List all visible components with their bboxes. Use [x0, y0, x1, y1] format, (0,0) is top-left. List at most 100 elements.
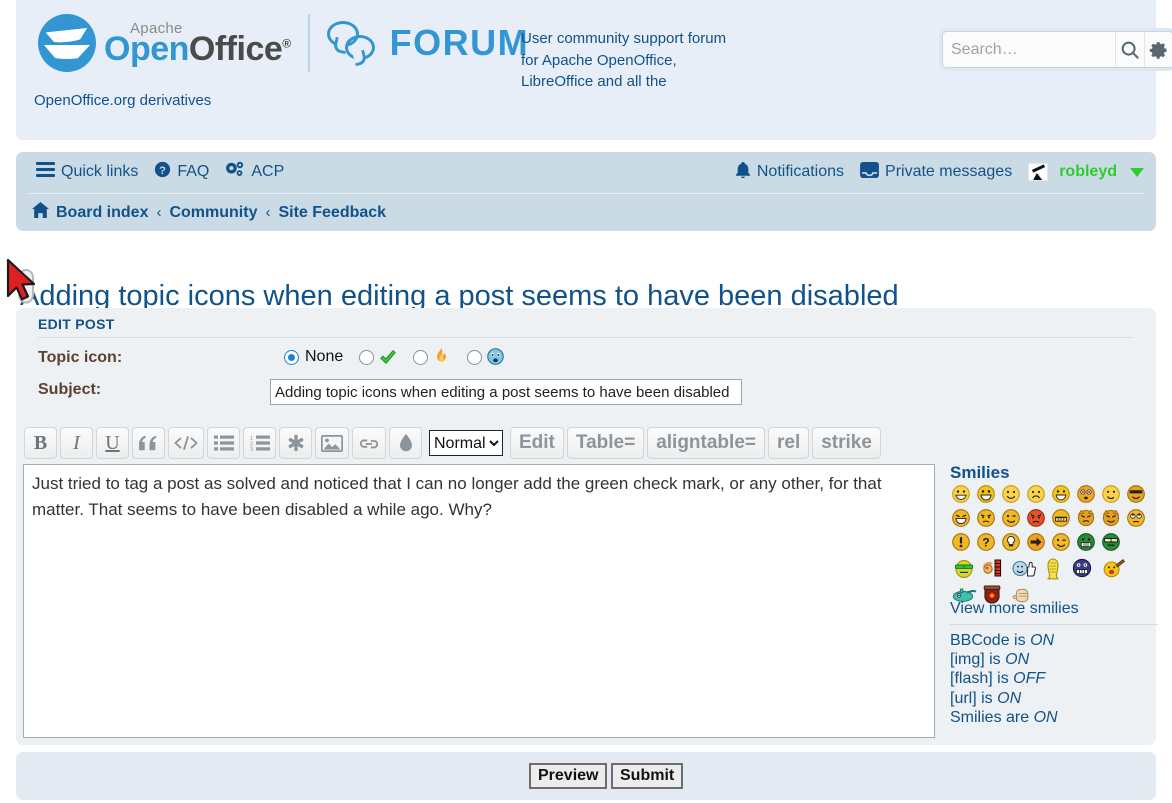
acp-link[interactable]: ACP: [217, 161, 292, 183]
asterisk-icon[interactable]: [279, 427, 312, 459]
list-icon[interactable]: [207, 427, 240, 459]
topic-icon-radio-shock[interactable]: [467, 350, 482, 365]
smile-smiley[interactable]: [1002, 485, 1020, 503]
breadcrumb-item-site-feedback[interactable]: Site Feedback: [274, 204, 390, 222]
submit-button[interactable]: Submit: [611, 763, 683, 789]
smilies-grid: ?: [952, 483, 1157, 609]
bbcode-status-name-4: Smilies: [950, 709, 1002, 726]
faq-link[interactable]: ? FAQ: [146, 161, 217, 183]
site-tagline: User community support forum for Apache …: [521, 28, 726, 93]
search-input[interactable]: [943, 32, 1116, 67]
aligntable-button[interactable]: aligntable=: [647, 427, 765, 459]
rel-button[interactable]: rel: [768, 427, 809, 459]
faq-label: FAQ: [177, 163, 209, 181]
svg-text:3: 3: [250, 447, 253, 451]
subject-input[interactable]: [270, 379, 742, 405]
breadcrumb-item-board-index[interactable]: Board index: [28, 202, 152, 223]
hamburger-icon: [36, 162, 55, 182]
rolling-eyes-smiley[interactable]: [1127, 509, 1145, 527]
alien-smiley[interactable]: [952, 558, 976, 576]
bbcode-status-row: [flash] is OFF: [950, 669, 1058, 688]
quote-icon[interactable]: [132, 427, 165, 459]
shy-smiley[interactable]: [1052, 509, 1070, 527]
topic-icon-radio-group: None: [284, 348, 521, 366]
speech-bubbles-icon: [327, 21, 381, 65]
evil-smiley[interactable]: [1077, 509, 1095, 527]
twisted-evil-smiley[interactable]: [1102, 509, 1120, 527]
big-grin-smiley[interactable]: [977, 485, 995, 503]
topic-icon-radio-check[interactable]: [359, 350, 374, 365]
sad-smiley[interactable]: [1027, 485, 1045, 503]
laughing-smiley[interactable]: [952, 509, 970, 527]
logo-open-text: Open: [104, 30, 189, 68]
bbcode-status-state-2: OFF: [1013, 670, 1045, 687]
view-more-smilies-link[interactable]: View more smilies: [950, 600, 1079, 618]
breadcrumb-label-0: Board index: [56, 204, 148, 222]
cool-smiley[interactable]: [1127, 485, 1145, 503]
idea-smiley[interactable]: [1002, 533, 1020, 551]
droplet-icon[interactable]: [389, 427, 422, 459]
private-messages-link[interactable]: Private messages: [852, 162, 1020, 183]
ghost-smiley[interactable]: [1072, 558, 1096, 576]
tagline-line-1: User community support forum: [521, 28, 726, 50]
table-button[interactable]: Table=: [567, 427, 644, 459]
panel-heading: EDIT POST: [38, 316, 115, 332]
green-teeth-smiley[interactable]: [1077, 533, 1095, 551]
edit-button[interactable]: Edit: [510, 427, 564, 459]
quick-links-menu[interactable]: Quick links: [28, 162, 146, 182]
italic-button[interactable]: I: [60, 427, 93, 459]
arrow-smiley[interactable]: [1027, 533, 1045, 551]
site-logo[interactable]: Apache OpenOffice® FORUM: [38, 14, 529, 72]
bbcode-status-name-1: [img]: [950, 651, 985, 668]
message-textarea[interactable]: [23, 464, 935, 738]
private-messages-label: Private messages: [885, 163, 1012, 181]
cowboy-smiley[interactable]: [1102, 558, 1126, 576]
olist-icon[interactable]: 1 2 3: [243, 427, 276, 459]
whip-smiley[interactable]: [982, 558, 1006, 576]
bbcode-status-row: [url] is ON: [950, 689, 1058, 708]
gear-icon[interactable]: [1144, 32, 1172, 67]
smilies-heading: Smilies: [950, 463, 1010, 483]
angry-red-smiley[interactable]: [1027, 509, 1045, 527]
surprised-smiley[interactable]: [1077, 485, 1095, 503]
thumbs-up-smiley[interactable]: [1012, 558, 1036, 576]
wink-smiley[interactable]: [1002, 509, 1020, 527]
confused-smiley[interactable]: [977, 509, 995, 527]
wink2-smiley[interactable]: [1052, 533, 1070, 551]
question-smiley[interactable]: ?: [977, 533, 995, 551]
search-icon[interactable]: [1116, 32, 1145, 67]
bbcode-status-name-0: BBCode: [950, 632, 1010, 649]
logo-divider: [308, 14, 310, 72]
underline-button[interactable]: U: [96, 427, 129, 459]
tagline-line-2: for Apache OpenOffice,: [521, 50, 726, 72]
notifications-link[interactable]: Notifications: [727, 161, 852, 184]
bold-button[interactable]: B: [24, 427, 57, 459]
strike-button[interactable]: strike: [812, 427, 881, 459]
font-size-select[interactable]: Normal: [429, 430, 503, 456]
shocked-face-icon: [487, 348, 505, 366]
image-icon[interactable]: [315, 427, 349, 459]
topic-icon-radio-none[interactable]: [284, 350, 299, 365]
link-icon[interactable]: [352, 427, 386, 459]
navbar-links-row: Quick links ? FAQ: [16, 152, 1156, 192]
bbcode-status-name-2: [flash]: [950, 670, 993, 687]
bananadance-smiley[interactable]: [1042, 558, 1066, 576]
neutral-smiley[interactable]: [1102, 485, 1120, 503]
site-header: Apache OpenOffice® FORUM User community …: [16, 0, 1156, 140]
breadcrumb-item-community[interactable]: Community: [165, 204, 261, 222]
bell-icon: [735, 161, 751, 184]
grin-smiley[interactable]: [952, 485, 970, 503]
sunglasses-smiley[interactable]: [1102, 533, 1120, 551]
chevron-down-icon: [1130, 168, 1144, 177]
question-circle-icon: ?: [154, 161, 171, 183]
exclaim-smiley[interactable]: [952, 533, 970, 551]
code-icon[interactable]: [168, 427, 204, 459]
happy-smiley[interactable]: [1052, 485, 1070, 503]
search-box: [942, 31, 1172, 68]
preview-button[interactable]: Preview: [529, 763, 607, 789]
user-menu[interactable]: robleyd: [1020, 163, 1150, 181]
forum-page: Apache OpenOffice® FORUM User community …: [0, 0, 1172, 803]
forum-logo: FORUM: [327, 21, 529, 65]
topic-icon-radio-fire[interactable]: [413, 350, 428, 365]
logo-registered-mark: ®: [282, 36, 290, 50]
